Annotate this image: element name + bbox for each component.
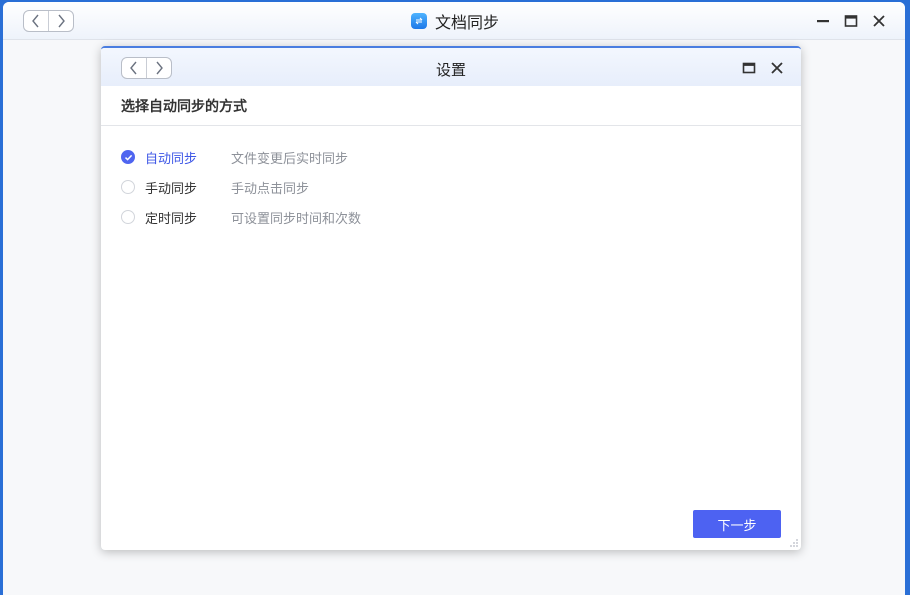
main-titlebar: 文档同步 [3,2,905,40]
section-title: 选择自动同步的方式 [121,99,247,115]
main-minimize-button[interactable] [809,11,837,31]
option-label: 手动同步 [145,181,198,197]
sync-mode-options: 自动同步 文件变更后实时同步 手动同步 手动点击同步 定时同步 可设置同步时间和… [121,142,361,232]
option-description: 手动点击同步 [231,181,310,197]
dialog-titlebar: 设置 [101,48,801,86]
dialog-title: 设置 [435,61,466,79]
maximize-icon [742,62,756,74]
option-manual-sync[interactable]: 手动同步 手动点击同步 [121,172,361,202]
main-window-controls [809,11,893,31]
main-back-button[interactable] [24,11,48,31]
close-icon [873,15,885,27]
radio-unchecked-icon[interactable] [121,210,135,224]
main-forward-button[interactable] [48,11,73,31]
minimize-icon [817,20,829,23]
main-window-title: 文档同步 [435,13,500,32]
chevron-right-icon [58,14,65,28]
option-scheduled-sync[interactable]: 定时同步 可设置同步时间和次数 [121,202,361,232]
option-description: 可设置同步时间和次数 [231,211,362,227]
sync-app-icon [411,13,427,29]
main-maximize-button[interactable] [837,11,865,31]
main-title-area: 文档同步 [411,9,499,33]
dialog-maximize-button[interactable] [735,58,763,78]
main-nav-group [23,10,74,32]
dialog-close-button[interactable] [763,58,791,78]
option-label: 自动同步 [145,151,198,167]
option-label: 定时同步 [145,211,198,227]
radio-unchecked-icon[interactable] [121,180,135,194]
dialog-window-controls [735,58,791,78]
radio-checked-icon[interactable] [121,150,135,164]
resize-grip-icon[interactable] [789,538,799,548]
option-description: 文件变更后实时同步 [231,151,349,167]
next-button[interactable]: 下一步 [693,510,781,538]
close-icon [771,62,783,74]
option-auto-sync[interactable]: 自动同步 文件变更后实时同步 [121,142,361,172]
settings-dialog: 设置 选择自动同步的方式 自动同步 文件变更后实时同步 手动同步 手动点击同步 [101,46,801,550]
chevron-left-icon [32,14,39,28]
section-header: 选择自动同步的方式 [101,86,801,126]
main-close-button[interactable] [865,11,893,31]
maximize-icon [844,15,858,27]
